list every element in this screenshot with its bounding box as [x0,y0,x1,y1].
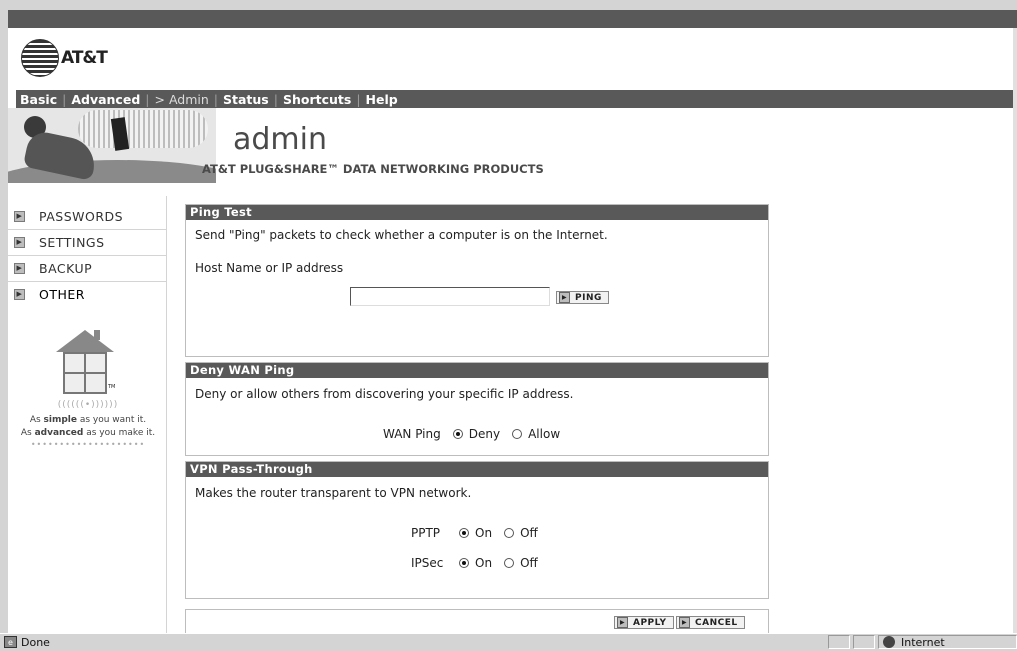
action-bar: ▶ APPLY ▶ CANCEL [185,609,769,633]
pptp-off-radio[interactable] [504,528,515,538]
sidebar-item-passwords[interactable]: ▶ PASSWORDS [8,204,166,230]
deny-label: Deny [468,427,501,441]
arrow-right-icon: ▶ [14,263,25,274]
house-logo-icon: TM [56,330,116,400]
tagline-waves: ((((((•)))))) [57,400,119,410]
ipsec-off-radio[interactable] [504,558,515,568]
nav-advanced[interactable]: Advanced [71,92,140,107]
ipsec-label: IPSec [411,556,444,570]
top-banner-strip [8,10,1017,28]
page-subtitle: AT&T PLUG&SHARE™ DATA NETWORKING PRODUCT… [202,162,544,176]
globe-icon [883,636,895,648]
deny-radio[interactable] [452,429,463,439]
ping-description: Send "Ping" packets to check whether a c… [195,228,608,242]
page-title: admin [233,122,327,157]
nav-shortcuts[interactable]: Shortcuts [283,92,351,107]
brand-name: AT&T [61,48,108,68]
ping-test-heading: Ping Test [186,205,768,220]
nav-status[interactable]: Status [223,92,269,107]
nav-basic[interactable]: Basic [20,92,57,107]
security-zone: Internet [878,635,1017,649]
browser-top-edge [0,0,1017,10]
cancel-button[interactable]: ▶ CANCEL [676,616,745,629]
nav-admin[interactable]: > Admin [155,92,209,107]
top-nav: Basic | Advanced | > Admin | Status | Sh… [16,90,1013,108]
vpn-description: Makes the router transparent to VPN netw… [195,486,472,500]
pptp-on-radio[interactable] [459,528,469,538]
deny-wan-heading: Deny WAN Ping [186,363,768,378]
host-label: Host Name or IP address [195,261,344,275]
ipsec-row: IPSec On Off [411,556,538,570]
wan-ping-row: WAN Ping Deny Allow [383,427,560,441]
apply-button[interactable]: ▶ APPLY [614,616,674,629]
tagline-dots: •••••••••••••••••••• [30,440,146,449]
browser-status-bar: e Done Internet [0,633,1017,651]
vpn-passthrough-section: VPN Pass-Through Makes the router transp… [185,461,769,599]
allow-radio[interactable] [512,429,523,439]
scrollbar[interactable] [1013,28,1017,633]
arrow-right-icon: ▶ [559,292,570,303]
ipsec-on-radio[interactable] [459,558,469,568]
pptp-row: PPTP On Off [411,526,538,540]
wireless-waves-graphic [78,110,208,148]
nav-help[interactable]: Help [366,92,398,107]
deny-wan-ping-section: Deny WAN Ping Deny or allow others from … [185,362,769,456]
sidebar-item-backup[interactable]: ▶ BACKUP [8,256,166,282]
banner-photo [8,108,216,183]
sidebar: ▶ PASSWORDS ▶ SETTINGS ▶ BACKUP ▶ OTHER [8,204,166,307]
deny-wan-description: Deny or allow others from discovering yo… [195,387,574,401]
arrow-right-icon: ▶ [617,617,628,628]
tagline-advanced: As advanced as you make it. [20,428,156,438]
att-globe-icon [21,39,59,77]
att-logo[interactable]: AT&T [21,39,108,77]
vpn-heading: VPN Pass-Through [186,462,768,477]
arrow-right-icon: ▶ [14,289,25,300]
arrow-right-icon: ▶ [14,237,25,248]
sidebar-item-settings[interactable]: ▶ SETTINGS [8,230,166,256]
sidebar-item-other[interactable]: ▶ OTHER [8,282,166,307]
arrow-right-icon: ▶ [679,617,690,628]
page-icon: e [4,636,17,648]
arrow-right-icon: ▶ [14,211,25,222]
status-text: Done [21,636,50,649]
tagline-simple: As simple as you want it. [29,415,147,425]
pptp-label: PPTP [411,526,441,540]
host-input[interactable] [350,287,550,306]
ping-test-section: Ping Test Send "Ping" packets to check w… [185,204,769,357]
allow-label: Allow [528,427,561,441]
page-viewport: AT&T Basic | Advanced | > Admin | Status… [8,10,1017,633]
wan-ping-label: WAN Ping [383,427,441,441]
ping-button[interactable]: ▶ PING [556,291,609,304]
